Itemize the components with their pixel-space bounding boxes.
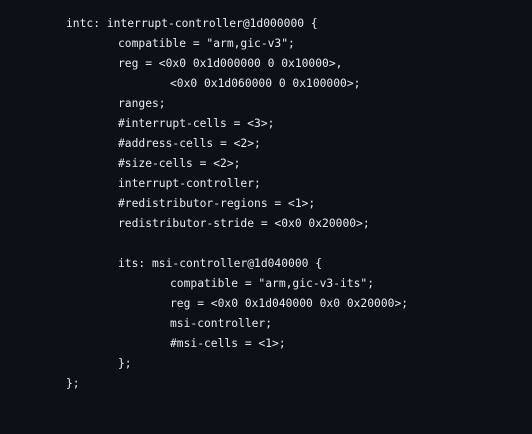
code-line: reg = <0x0 0x1d040000 0x0 0x20000>;: [0, 294, 532, 314]
code-line-text: interrupt-controller;: [118, 177, 261, 190]
code-line-text: #interrupt-cells = <3>;: [118, 117, 275, 130]
code-line: its: msi-controller@1d040000 {: [0, 254, 532, 274]
code-line-text: <0x0 0x1d060000 0 0x100000>;: [170, 77, 361, 90]
code-line-text: msi-controller;: [170, 317, 273, 330]
code-line: };: [0, 374, 532, 394]
code-line: compatible = "arm,gic-v3-its";: [0, 274, 532, 294]
code-line-text: its: msi-controller@1d040000 {: [118, 257, 323, 270]
code-line-text: ranges;: [118, 97, 166, 110]
code-line: #redistributor-regions = <1>;: [0, 194, 532, 214]
code-line-text: compatible = "arm,gic-v3";: [118, 37, 295, 50]
code-line: redistributor-stride = <0x0 0x20000>;: [0, 214, 532, 234]
code-block: intc: interrupt-controller@1d000000 { co…: [0, 0, 532, 408]
code-line: #address-cells = <2>;: [0, 134, 532, 154]
code-line-text: compatible = "arm,gic-v3-its";: [170, 277, 375, 290]
code-line: msi-controller;: [0, 314, 532, 334]
code-line: intc: interrupt-controller@1d000000 {: [0, 14, 532, 34]
code-line-text: };: [66, 377, 80, 390]
code-line: #size-cells = <2>;: [0, 154, 532, 174]
code-line: interrupt-controller;: [0, 174, 532, 194]
code-line-text: };: [118, 357, 132, 370]
code-line: reg = <0x0 0x1d000000 0 0x10000>,: [0, 54, 532, 74]
code-line-text: #redistributor-regions = <1>;: [118, 197, 316, 210]
code-line-text: #msi-cells = <1>;: [170, 337, 286, 350]
code-line-text: reg = <0x0 0x1d000000 0 0x10000>,: [118, 57, 343, 70]
code-line-text: reg = <0x0 0x1d040000 0x0 0x20000>;: [170, 297, 409, 310]
code-line: ranges;: [0, 94, 532, 114]
code-line: compatible = "arm,gic-v3";: [0, 34, 532, 54]
code-line-text: intc: interrupt-controller@1d000000 {: [66, 17, 318, 30]
code-line: #interrupt-cells = <3>;: [0, 114, 532, 134]
code-line-text: #size-cells = <2>;: [118, 157, 241, 170]
code-line: #msi-cells = <1>;: [0, 334, 532, 354]
code-line-text: redistributor-stride = <0x0 0x20000>;: [118, 217, 370, 230]
code-line: <0x0 0x1d060000 0 0x100000>;: [0, 74, 532, 94]
code-line: };: [0, 354, 532, 374]
code-line-text: #address-cells = <2>;: [118, 137, 261, 150]
